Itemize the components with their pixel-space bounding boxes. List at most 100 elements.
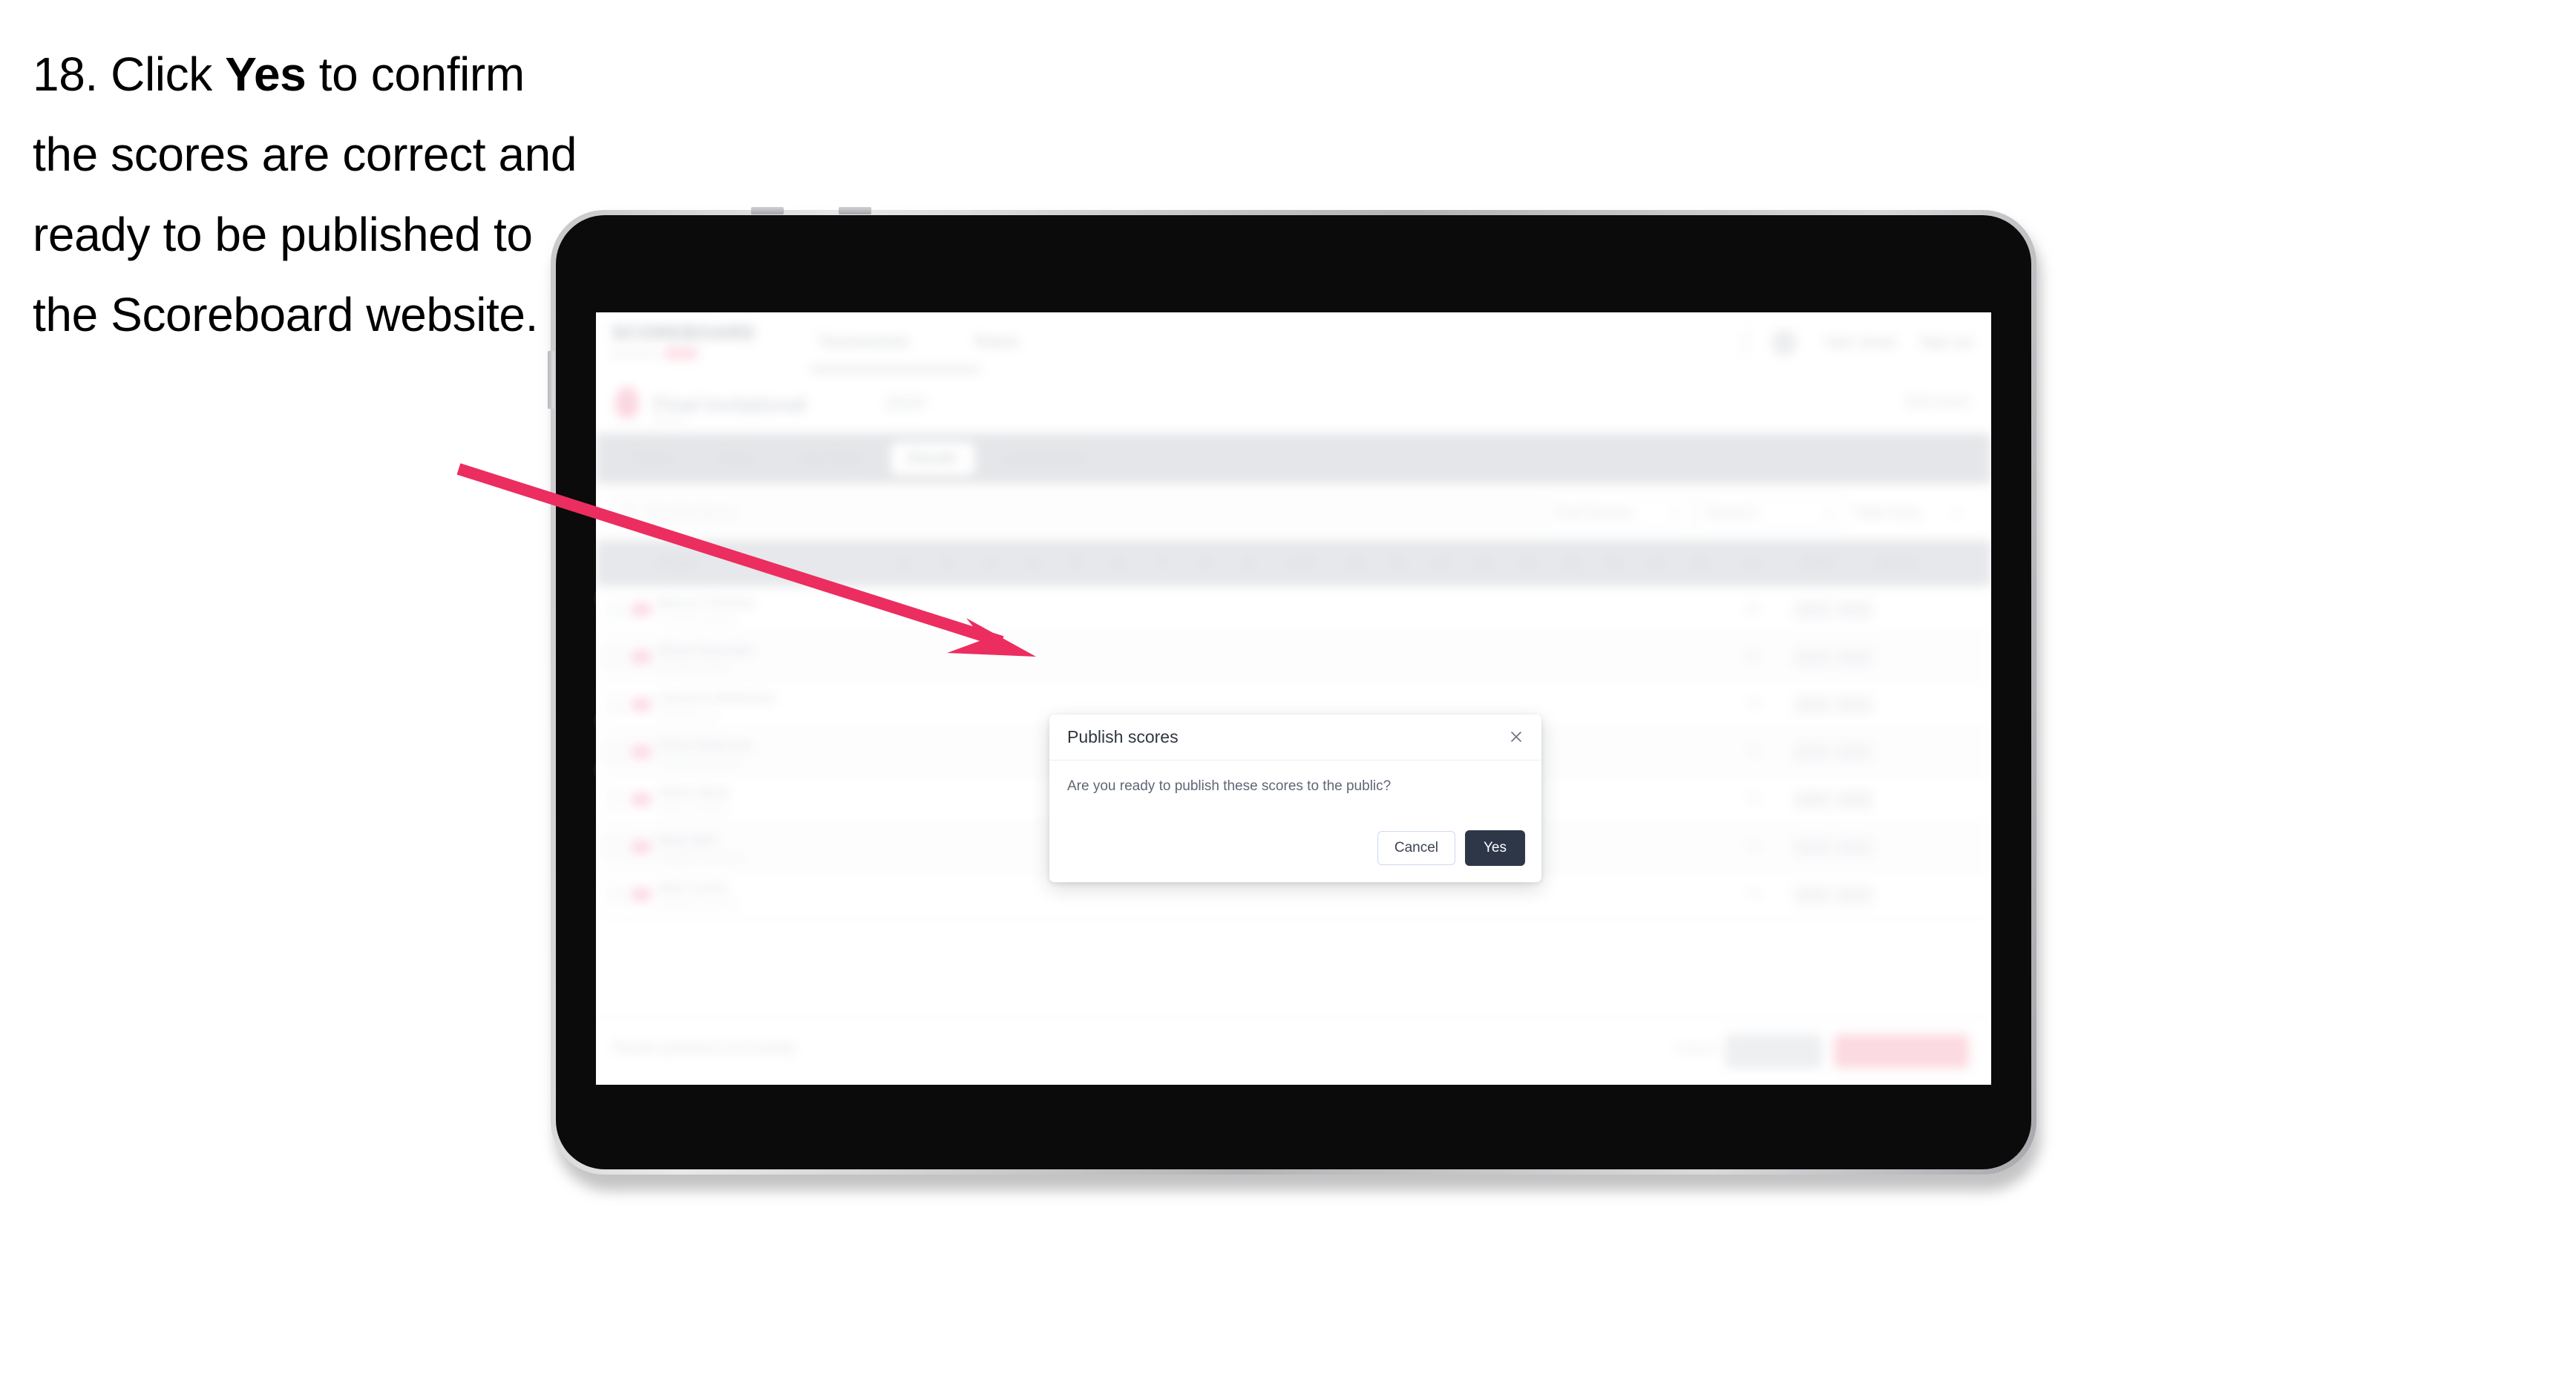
nav-active-indicator	[810, 367, 980, 372]
player-club: Hillcrest Academy	[658, 803, 730, 814]
tab-live-entry[interactable]: Live Entry	[780, 442, 882, 476]
table-row[interactable]: Ethan Reynolds Lakeside College 69	[596, 634, 1991, 681]
row-checkbox[interactable]	[606, 648, 624, 666]
player-cell: Ethan Reynolds Lakeside College	[596, 643, 819, 671]
brand-badge: BETA	[663, 348, 699, 359]
event-header: Final Invitational Round 1 2024 Edit eve…	[596, 372, 1991, 434]
score-total-cell: 70	[1746, 697, 1760, 711]
publish-to-scoreboard-button[interactable]	[1834, 1034, 1969, 1068]
row-action-button[interactable]	[1794, 838, 1831, 856]
event-logo-icon	[615, 387, 639, 418]
column-header: 2	[943, 556, 951, 570]
save-all-button[interactable]	[1725, 1034, 1822, 1068]
column-header: 11	[1392, 556, 1405, 570]
player-club: Oakridge University	[658, 898, 736, 909]
user-name-label[interactable]: Sam Jones	[1826, 335, 1896, 351]
row-action-button[interactable]	[1794, 790, 1831, 809]
footer-status-text: Results published successfully	[614, 1040, 796, 1055]
score-total-cell: 73	[1746, 840, 1760, 853]
row-action-button[interactable]	[1835, 695, 1872, 714]
row-action-button[interactable]	[1794, 600, 1831, 619]
score-total-cell: 74	[1746, 887, 1760, 901]
row-action-button[interactable]	[1794, 695, 1831, 714]
chevron-down-icon: ▼	[1825, 507, 1835, 519]
row-action-button[interactable]	[1835, 648, 1872, 666]
row-checkbox[interactable]	[606, 600, 624, 619]
column-header: 1	[900, 556, 908, 570]
flag-icon	[632, 793, 651, 806]
flag-icon	[632, 603, 651, 616]
row-action-button[interactable]	[1835, 743, 1872, 761]
column-header: 5	[1072, 556, 1080, 570]
brand-wordmark: SCOREBOARD	[612, 323, 756, 344]
row-actions	[1785, 743, 1881, 761]
score-total-cell: 68	[1746, 602, 1760, 616]
player-name: Ryan Bell	[658, 833, 716, 848]
brand-subtext: powered by	[612, 349, 658, 358]
row-checkbox[interactable]	[606, 790, 624, 809]
row-action-button[interactable]	[1794, 648, 1831, 666]
row-checkbox[interactable]	[606, 885, 624, 904]
tab-teams[interactable]: Teams	[612, 442, 692, 476]
tablet-screen: SCOREBOARD powered by BETA Tournaments T…	[596, 312, 1991, 1085]
dialog-header: Publish scores	[1049, 715, 1541, 761]
row-actions	[1785, 838, 1881, 856]
nav-link-teams[interactable]: Teams	[973, 333, 1019, 351]
column-header: 12	[1434, 556, 1449, 570]
score-total-cell: 71	[1746, 745, 1760, 758]
publish-scores-dialog: Publish scores Are you ready to publish …	[1049, 715, 1541, 882]
search-icon: ⚲	[625, 505, 635, 520]
player-club: Westfield Community	[658, 850, 743, 861]
player-name: Chris Patterson	[658, 738, 753, 753]
score-total-cell: 72	[1746, 792, 1760, 806]
instruction-before: Click	[111, 47, 226, 101]
column-header: 9	[1245, 556, 1252, 570]
search-input[interactable]: ⚲ Search players	[612, 496, 1593, 530]
tab-draw[interactable]: Draw	[701, 442, 771, 476]
player-club: Crestview Academy	[658, 613, 737, 624]
score-total-cell: 69	[1746, 650, 1760, 663]
row-checkbox[interactable]	[606, 838, 624, 856]
filter-round[interactable]: Round 1 ▼	[1696, 496, 1846, 530]
event-year-tag: 2024	[885, 393, 925, 413]
nav-link-tournaments[interactable]: Tournaments	[819, 333, 908, 351]
row-action-button[interactable]	[1794, 885, 1831, 904]
table-row[interactable]: Marcus Thomas Crestview Academy 68	[596, 586, 1991, 634]
signout-link[interactable]: Sign out	[1920, 335, 1972, 351]
player-name: Nate Foster	[658, 881, 728, 896]
device-power-button[interactable]	[548, 351, 554, 409]
filter-session-label: Final Session	[1553, 505, 1634, 520]
row-checkbox[interactable]	[606, 743, 624, 761]
row-action-button[interactable]	[1835, 885, 1872, 904]
filter-session[interactable]: Final Session ▼	[1542, 496, 1692, 530]
close-icon[interactable]	[1506, 726, 1527, 747]
app-background: SCOREBOARD powered by BETA Tournaments T…	[596, 312, 1991, 1085]
row-action-button[interactable]	[1794, 743, 1831, 761]
search-placeholder: Search players	[647, 505, 737, 520]
tablet-device: SCOREBOARD powered by BETA Tournaments T…	[548, 207, 2041, 1191]
footer-cancel-link[interactable]: Cancel	[1676, 1042, 1715, 1057]
row-action-button[interactable]	[1835, 838, 1872, 856]
confirm-yes-button[interactable]: Yes	[1465, 830, 1525, 866]
row-action-button[interactable]	[1835, 600, 1872, 619]
tab-results[interactable]: Results	[890, 441, 976, 476]
cancel-button[interactable]: Cancel	[1377, 831, 1455, 865]
column-header: 6	[1115, 556, 1123, 570]
filter-view-mode[interactable]: Table Entry ▼	[1843, 496, 1973, 530]
brand-subline: powered by BETA	[612, 348, 753, 359]
player-cell: Cameron Robinson Northside Prep	[596, 690, 819, 719]
row-checkbox[interactable]	[606, 695, 624, 714]
event-title: Final Invitational	[654, 393, 807, 416]
row-actions	[1785, 600, 1881, 619]
avatar[interactable]	[1772, 330, 1797, 355]
filter-bar: ⚲ Search players Final Session ▼ Round 1…	[596, 484, 1991, 540]
row-action-button[interactable]	[1835, 790, 1872, 809]
tab-leaderboard[interactable]: Leaderboard	[984, 442, 1104, 476]
instruction-text: 18. Click Yes to confirm the scores are …	[33, 34, 582, 355]
step-number: 18.	[33, 47, 98, 101]
column-header: 17	[1649, 556, 1664, 570]
brand-logo[interactable]: SCOREBOARD powered by BETA	[612, 323, 756, 359]
dialog-body: Are you ready to publish these scores to…	[1049, 761, 1541, 797]
player-name: Marcus Thomas	[658, 596, 755, 611]
edit-event-link[interactable]: Edit event	[1907, 395, 1970, 411]
